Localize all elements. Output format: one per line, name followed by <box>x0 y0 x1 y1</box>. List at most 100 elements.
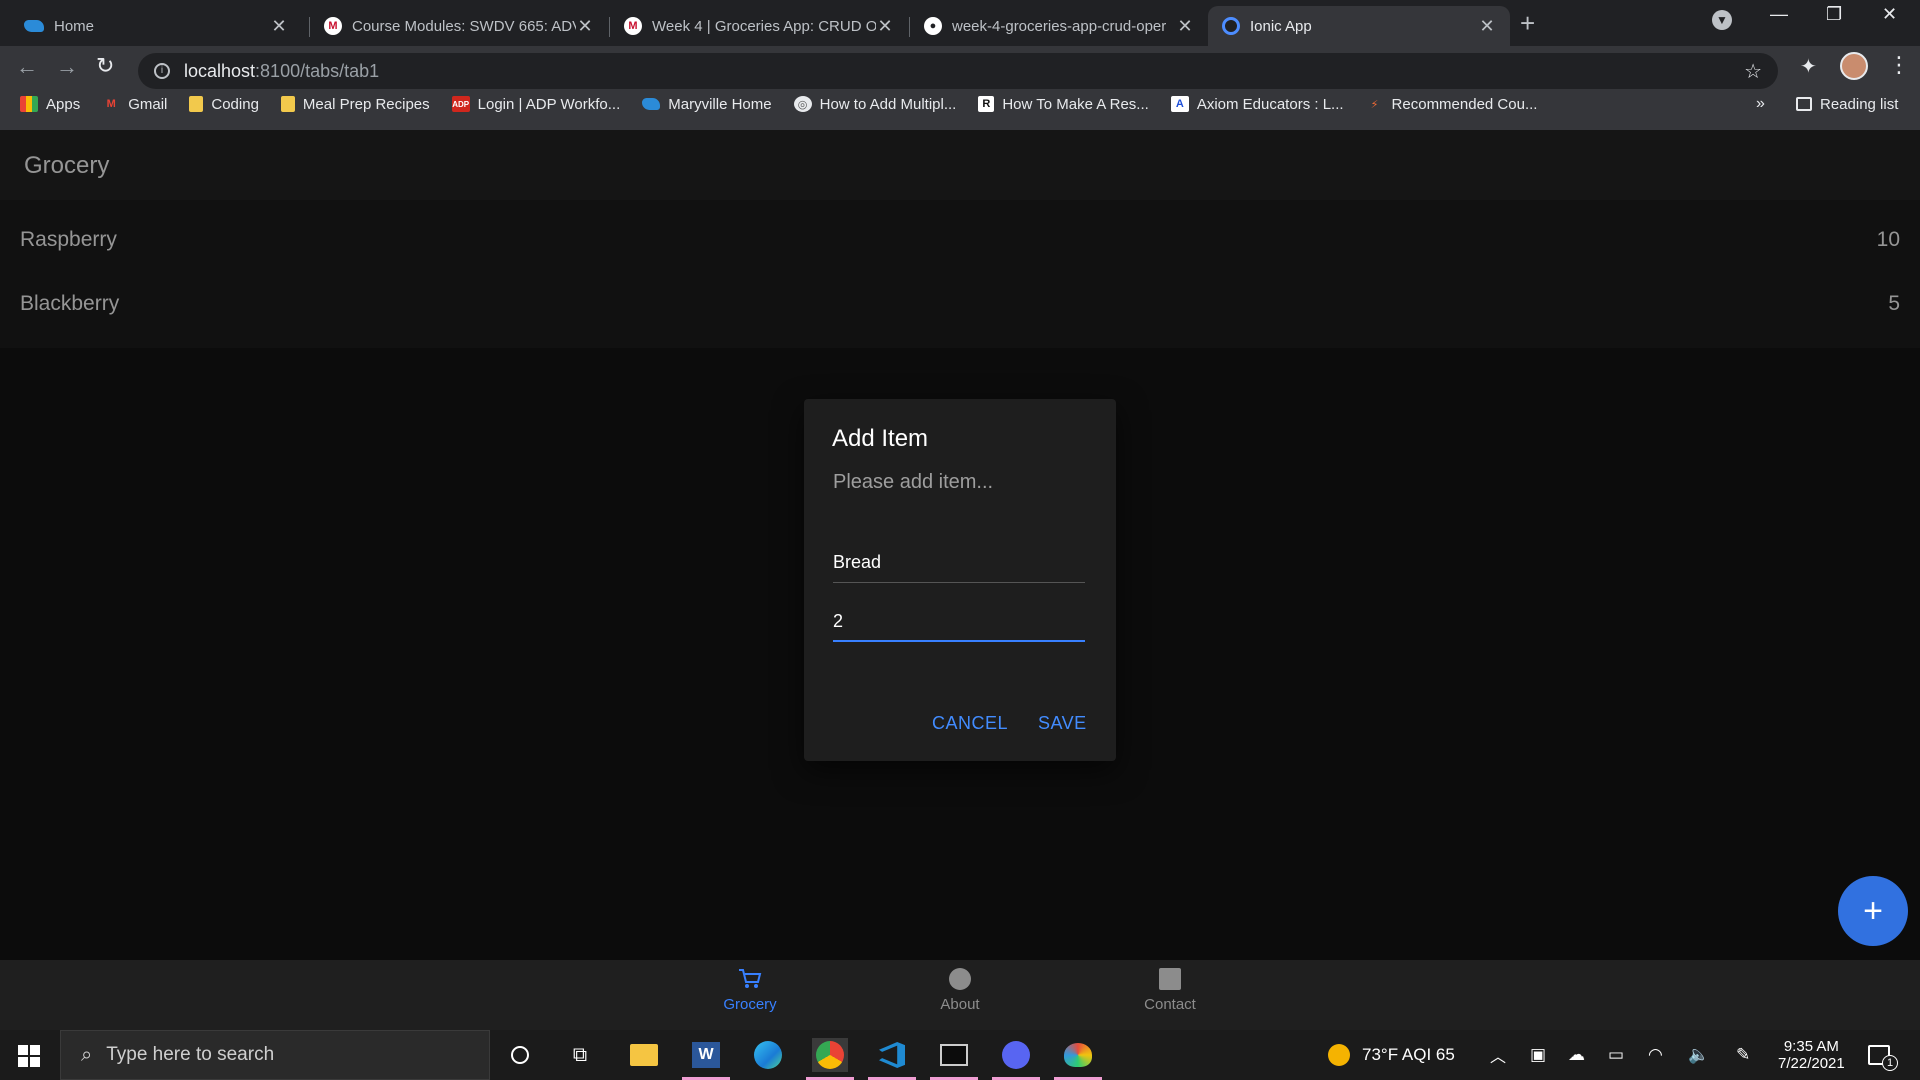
browser-tab-home[interactable]: Home ✕ <box>10 6 302 46</box>
reading-list-button[interactable]: Reading list <box>1796 96 1898 113</box>
notification-count: 1 <box>1882 1055 1898 1071</box>
bookmark-label: Axiom Educators : L... <box>1196 95 1344 113</box>
bookmark-adp[interactable]: ADP Login | ADP Workfo... <box>451 95 621 113</box>
github-icon: ● <box>924 17 942 35</box>
weather-widget[interactable]: 73°F AQI 65 <box>1328 1030 1455 1080</box>
task-view-icon[interactable]: ⧉ <box>562 1038 598 1072</box>
bookmark-label: Login | ADP Workfo... <box>477 95 621 113</box>
bookmark-gmail[interactable]: M Gmail <box>102 96 168 113</box>
reload-icon[interactable]: ↻ <box>96 53 114 79</box>
item-name-input[interactable] <box>833 543 1085 583</box>
close-icon[interactable]: ✕ <box>576 16 594 37</box>
bookmark-add-multiple[interactable]: ◎ How to Add Multipl... <box>793 95 957 113</box>
browser-tab-ionic-app[interactable]: Ionic App ✕ <box>1208 6 1510 46</box>
bookmark-coding[interactable]: Coding <box>189 96 259 113</box>
clock[interactable]: 9:35 AM 7/22/2021 <box>1778 1030 1845 1080</box>
sun-icon <box>1328 1044 1350 1066</box>
item-quantity-input[interactable] <box>833 602 1085 642</box>
apps-grid-icon <box>20 96 38 112</box>
close-icon[interactable]: ✕ <box>876 16 894 37</box>
back-icon[interactable]: ← <box>16 54 38 80</box>
more-bookmarks-button[interactable]: » <box>1756 95 1765 113</box>
windows-start-icon[interactable] <box>18 1045 40 1067</box>
cloud-icon <box>642 98 661 110</box>
circle-icon <box>949 968 971 990</box>
tab-title: week-4-groceries-app-crud-oper <box>952 17 1167 35</box>
bookmark-label: Coding <box>211 95 259 113</box>
show-hidden-icons[interactable]: ︿ <box>1490 1030 1506 1080</box>
extensions-icon[interactable]: ✦ <box>1800 54 1817 79</box>
cancel-button[interactable]: CANCEL <box>932 713 1008 734</box>
word-icon[interactable]: W <box>682 1038 730 1080</box>
add-item-fab[interactable]: + <box>1838 876 1908 946</box>
square-icon <box>1159 968 1181 990</box>
folder-icon <box>189 96 204 112</box>
bookmark-apps[interactable]: Apps <box>20 96 80 113</box>
taskbar-search-box[interactable]: ⌕ Type here to search <box>60 1030 490 1080</box>
close-window-button[interactable]: ✕ <box>1882 4 1897 25</box>
folder-icon <box>280 96 295 112</box>
avatar[interactable] <box>1840 52 1868 80</box>
browser-tab-week4[interactable]: M Week 4 | Groceries App: CRUD Op ✕ <box>610 6 908 46</box>
bookmark-label: Maryville Home <box>668 95 772 113</box>
save-button[interactable]: SAVE <box>1038 713 1087 734</box>
bookmark-label: How to Add Multipl... <box>819 95 957 113</box>
discord-icon[interactable] <box>992 1038 1040 1080</box>
vscode-icon[interactable] <box>868 1038 916 1080</box>
close-icon[interactable]: ✕ <box>1478 16 1496 37</box>
bookmark-make-a-res[interactable]: R How To Make A Res... <box>978 95 1149 113</box>
volume-icon[interactable]: 🔈 <box>1688 1030 1709 1080</box>
tab-label: About <box>940 996 980 1013</box>
tab-search-icon[interactable]: ▼ <box>1712 10 1732 30</box>
bookmark-meal-prep[interactable]: Meal Prep Recipes <box>280 96 430 113</box>
cart-icon <box>739 969 762 988</box>
adp-icon: ADP <box>451 96 470 112</box>
forward-icon[interactable]: → <box>56 54 78 80</box>
weather-text: 73°F AQI 65 <box>1362 1045 1455 1064</box>
terminal-icon[interactable] <box>930 1038 978 1080</box>
bookmark-label: How To Make A Res... <box>1002 95 1149 113</box>
maryville-icon: M <box>624 17 642 35</box>
close-icon[interactable]: ✕ <box>1176 16 1194 37</box>
meet-now-icon[interactable]: ▣ <box>1530 1030 1546 1080</box>
tab-contact[interactable]: Contact <box>1120 968 1220 1013</box>
paint-icon[interactable] <box>1054 1038 1102 1080</box>
file-explorer-icon[interactable] <box>626 1038 662 1072</box>
address-bar[interactable]: i localhost:8100/tabs/tab1 ☆ <box>138 53 1778 89</box>
dialog-title: Add Item <box>832 425 929 452</box>
search-icon: ⌕ <box>81 1043 93 1066</box>
tab-label: Contact <box>1144 996 1196 1013</box>
pen-icon[interactable]: ✎ <box>1736 1030 1750 1080</box>
notifications-button[interactable]: 1 <box>1868 1030 1906 1080</box>
bookmark-maryville[interactable]: Maryville Home <box>642 95 772 113</box>
bookmark-label: Apps <box>46 95 81 113</box>
bookmark-axiom[interactable]: A Axiom Educators : L... <box>1170 95 1344 113</box>
bookmark-label: Recommended Cou... <box>1391 95 1538 113</box>
r-icon: R <box>978 96 995 112</box>
tab-grocery[interactable]: Grocery <box>700 968 800 1013</box>
cortana-icon[interactable] <box>502 1038 538 1072</box>
wifi-icon[interactable]: ◠ <box>1648 1030 1663 1080</box>
edge-icon[interactable] <box>750 1038 786 1072</box>
menu-icon[interactable]: ⋮ <box>1888 52 1910 78</box>
battery-icon[interactable]: ▭ <box>1608 1030 1624 1080</box>
site-info-icon[interactable]: i <box>154 63 170 79</box>
dialog-message: Please add item... <box>833 471 994 493</box>
tab-title: Ionic App <box>1250 17 1312 35</box>
chrome-icon[interactable] <box>806 1038 854 1080</box>
restore-button[interactable]: ❐ <box>1826 4 1842 25</box>
tab-about[interactable]: About <box>910 968 1010 1013</box>
onedrive-icon[interactable]: ☁ <box>1568 1030 1585 1080</box>
browser-toolbar: ← → ↻ i localhost:8100/tabs/tab1 ☆ ✦ ⋮ A… <box>0 46 1920 130</box>
tab-title: Course Modules: SWDV 665: ADV <box>352 17 576 35</box>
minimize-button[interactable]: — <box>1770 4 1788 25</box>
windows-taskbar: ⌕ Type here to search ⧉ W 73°F AQI 65 ︿ … <box>0 1030 1920 1080</box>
bottom-tab-bar: Grocery About Contact <box>0 960 1920 1030</box>
bookmark-recommended[interactable]: ⚡ Recommended Cou... <box>1366 96 1538 113</box>
close-icon[interactable]: ✕ <box>270 16 288 37</box>
new-tab-button[interactable]: + <box>1520 8 1535 39</box>
browser-tab-course-modules[interactable]: M Course Modules: SWDV 665: ADV ✕ <box>310 6 608 46</box>
tab-label: Grocery <box>723 996 777 1013</box>
browser-tab-github[interactable]: ● week-4-groceries-app-crud-oper ✕ <box>910 6 1208 46</box>
star-icon[interactable]: ☆ <box>1744 59 1762 84</box>
